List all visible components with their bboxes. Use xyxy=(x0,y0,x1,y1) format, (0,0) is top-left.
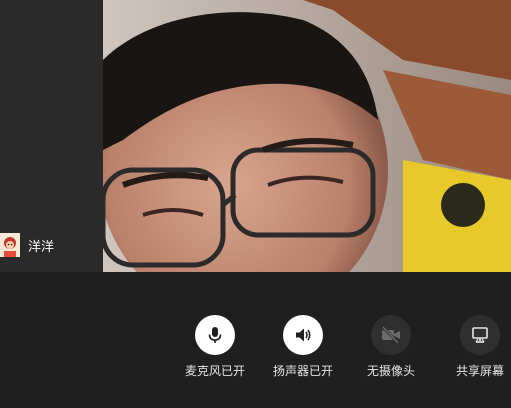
speaker-icon xyxy=(283,315,323,355)
camera-label: 无摄像头 xyxy=(366,364,415,378)
participant-sidebar: 洋洋 xyxy=(0,0,103,272)
cartoon-avatar-icon xyxy=(0,233,20,257)
participant-item[interactable]: 洋洋 xyxy=(0,231,54,259)
screen-share-button[interactable]: 共享屏幕 xyxy=(440,315,511,379)
speaker-label: 扬声器已开 xyxy=(272,364,333,378)
screen-share-icon xyxy=(460,315,500,355)
speaker-button[interactable]: 扬声器已开 xyxy=(263,315,343,379)
microphone-button[interactable]: 麦克风已开 xyxy=(175,315,255,379)
microphone-label: 麦克风已开 xyxy=(184,364,245,378)
screen-share-label: 共享屏幕 xyxy=(455,364,504,378)
camera-off-icon xyxy=(371,315,411,355)
participant-name: 洋洋 xyxy=(28,238,55,254)
meeting-toolbar: 麦克风已开 扬声器已开 无摄像头 共享屏幕 xyxy=(0,272,511,408)
camera-button[interactable]: 无摄像头 xyxy=(351,315,431,379)
microphone-icon xyxy=(195,315,235,355)
video-feed xyxy=(103,0,511,272)
